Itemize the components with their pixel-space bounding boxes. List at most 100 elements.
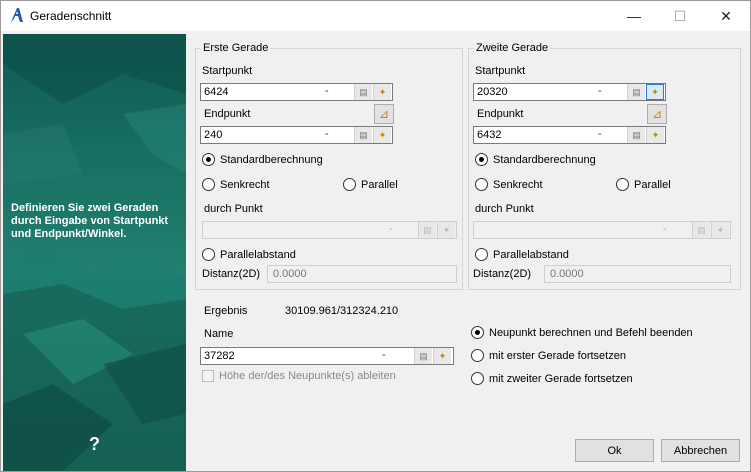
radio-icon [471,372,484,385]
first-end-label: Endpunkt [204,108,251,120]
first-end-list-icon[interactable]: ▤ [354,127,372,143]
first-start-value: 6424 [204,86,229,98]
radio-icon [343,178,356,191]
second-end-input[interactable]: 6432 - ▤ ✦ [473,126,666,144]
second-end-value: 6432 [477,129,502,141]
second-start-input[interactable]: 20320 - ▤ ✦ [473,83,666,101]
radio-selected-icon [202,153,215,166]
name-pick-icon[interactable]: ✦ [433,348,451,364]
first-through-pick-icon[interactable]: ✦ [437,222,455,238]
second-start-dropdown-icon[interactable]: - [598,85,602,97]
second-through-list-icon[interactable]: ▤ [692,222,710,238]
first-start-list-icon[interactable]: ▤ [354,84,372,100]
first-through-point-input[interactable]: - ▤ ✦ [202,221,457,239]
second-distance-value: 0.0000 [550,268,584,280]
derive-height-label: Höhe der/des Neupunkte(s) ableiten [219,370,396,382]
radio-icon [475,178,488,191]
info-banner: Definieren Sie zwei Geraden durch Eingab… [3,34,186,471]
first-distance-label: Distanz(2D) [202,268,261,280]
second-end-list-icon[interactable]: ▤ [627,127,645,143]
second-end-pick-icon[interactable]: ✦ [646,127,664,143]
name-value: 37282 [204,350,235,362]
first-end-value: 240 [204,129,223,141]
first-radio-parallel-distance[interactable]: Parallelabstand [202,248,296,261]
minimize-button[interactable]: — [611,1,657,31]
first-through-dropdown-icon[interactable]: - [389,223,393,235]
second-end-label: Endpunkt [477,108,524,120]
second-distance-label: Distanz(2D) [473,268,532,280]
option-continue-second[interactable]: mit zweiter Gerade fortsetzen [471,372,633,385]
option-new-point-end-label: Neupunkt berechnen und Befehl beenden [489,326,693,339]
first-through-point-label: durch Punkt [204,203,263,215]
second-end-dropdown-icon[interactable]: - [598,128,602,140]
first-start-label: Startpunkt [202,65,253,77]
second-radio-parallel-distance-label: Parallelabstand [493,248,569,261]
first-radio-parallel-distance-label: Parallelabstand [220,248,296,261]
ok-button[interactable]: Ok [575,439,654,462]
name-label: Name [204,328,234,340]
title-bar: Geradenschnitt — ☐ ✕ [1,1,750,31]
maximize-button[interactable]: ☐ [657,1,703,31]
second-through-point-input[interactable]: - ▤ ✦ [473,221,731,239]
second-radio-perpendicular-label: Senkrecht [493,178,543,191]
landscape-background-image [3,34,186,471]
first-end-dropdown-icon[interactable]: - [325,128,329,140]
first-end-pick-icon[interactable]: ✦ [373,127,391,143]
first-distance-value: 0.0000 [273,268,307,280]
radio-selected-icon [471,326,484,339]
second-through-pick-icon[interactable]: ✦ [711,222,729,238]
app-logo-icon [11,8,23,22]
first-distance-field[interactable]: 0.0000 [267,265,457,283]
second-radio-parallel[interactable]: Parallel [616,178,671,191]
help-icon[interactable]: ? [89,434,100,455]
name-input[interactable]: 37282 - ▤ ✦ [200,347,454,365]
first-line-legend: Erste Gerade [201,42,271,54]
first-start-pick-icon[interactable]: ✦ [373,84,391,100]
first-radio-perpendicular[interactable]: Senkrecht [202,178,270,191]
second-start-pick-icon[interactable]: ✦ [646,84,664,100]
first-through-list-icon[interactable]: ▤ [418,222,436,238]
option-continue-first[interactable]: mit erster Gerade fortsetzen [471,349,626,362]
first-end-input[interactable]: 240 - ▤ ✦ [200,126,393,144]
second-angle-pick-icon[interactable]: ⊿ [647,104,667,124]
result-value: 30109.961/312324.210 [285,305,399,317]
instruction-text: Definieren Sie zwei Geraden durch Eingab… [11,202,169,240]
second-line-legend: Zweite Gerade [474,42,551,54]
option-new-point-end[interactable]: Neupunkt berechnen und Befehl beenden [471,326,693,339]
dialog-window: Geradenschnitt — ☐ ✕ Definieren Sie zwei… [0,0,751,472]
name-dropdown-icon[interactable]: - [382,349,386,361]
radio-icon [202,178,215,191]
radio-icon [202,248,215,261]
second-through-dropdown-icon[interactable]: - [663,223,667,235]
first-radio-parallel[interactable]: Parallel [343,178,398,191]
radio-icon [616,178,629,191]
option-continue-first-label: mit erster Gerade fortsetzen [489,349,626,362]
derive-height-checkbox[interactable]: Höhe der/des Neupunkte(s) ableiten [202,370,396,382]
option-continue-second-label: mit zweiter Gerade fortsetzen [489,372,633,385]
second-radio-standard-label: Standardberechnung [493,153,596,166]
first-radio-standard-label: Standardberechnung [220,153,323,166]
second-through-point-label: durch Punkt [475,203,534,215]
first-start-dropdown-icon[interactable]: - [325,85,329,97]
second-radio-parallel-distance[interactable]: Parallelabstand [475,248,569,261]
window-title: Geradenschnitt [30,9,112,23]
second-start-label: Startpunkt [475,65,526,77]
radio-icon [471,349,484,362]
second-radio-parallel-label: Parallel [634,178,671,191]
first-radio-standard[interactable]: Standardberechnung [202,153,323,166]
second-start-value: 20320 [477,86,508,98]
second-radio-perpendicular[interactable]: Senkrecht [475,178,543,191]
cancel-button[interactable]: Abbrechen [661,439,740,462]
second-distance-field[interactable]: 0.0000 [544,265,731,283]
first-start-input[interactable]: 6424 - ▤ ✦ [200,83,393,101]
second-radio-standard[interactable]: Standardberechnung [475,153,596,166]
second-start-list-icon[interactable]: ▤ [627,84,645,100]
radio-selected-icon [475,153,488,166]
close-button[interactable]: ✕ [703,1,749,31]
checkbox-icon [202,370,214,382]
name-list-icon[interactable]: ▤ [414,348,432,364]
radio-icon [475,248,488,261]
first-angle-pick-icon[interactable]: ⊿ [374,104,394,124]
first-radio-perpendicular-label: Senkrecht [220,178,270,191]
result-label: Ergebnis [204,305,248,317]
